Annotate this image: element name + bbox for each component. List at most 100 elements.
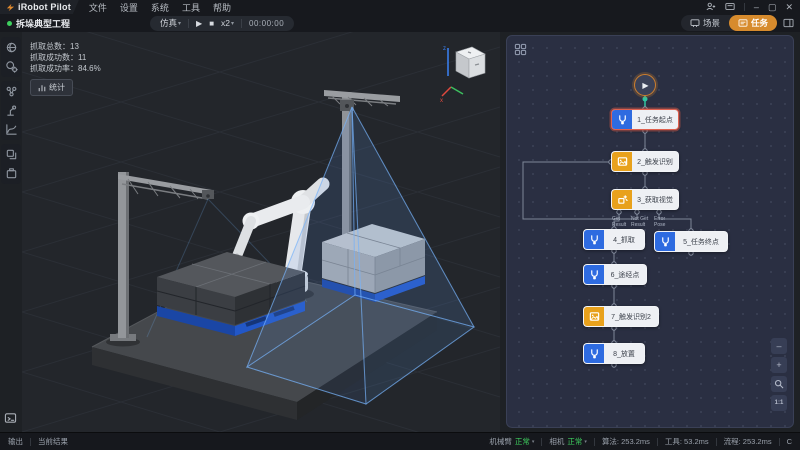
robot-arm-icon[interactable] bbox=[2, 102, 20, 119]
flow-start-node[interactable]: ▶ bbox=[634, 74, 656, 96]
statistics-button[interactable]: 统计 bbox=[30, 79, 73, 96]
stat-total: 抓取总数：13 bbox=[30, 41, 101, 52]
robot-status-value: 正常 bbox=[515, 436, 530, 447]
project-name: 拆垛典型工程 bbox=[16, 17, 70, 30]
grasp-stats: 抓取总数：13 抓取成功数：11 抓取成功率：84.6% 统计 bbox=[30, 41, 101, 96]
main-area: 抓取总数：13 抓取成功数：11 抓取成功率：84.6% 统计 z x bbox=[0, 32, 800, 432]
truncated-indicator: C bbox=[787, 437, 792, 446]
scene-tab[interactable]: 场景 bbox=[681, 15, 729, 31]
vision-image-icon bbox=[612, 152, 632, 171]
stat-rate: 抓取成功率：84.6% bbox=[30, 63, 101, 74]
gizmo-tool-icon[interactable] bbox=[2, 83, 20, 100]
flow-node-task-start[interactable]: 1_任务起点 bbox=[611, 109, 679, 130]
titlebar: iRobot Pilot 文件 设置 系统 工具 帮助 – ▢ ✕ bbox=[0, 0, 800, 14]
save-layout-icon[interactable] bbox=[2, 165, 20, 182]
vision-result-icon bbox=[612, 190, 632, 209]
timing-tool: 工具: 53.2ms bbox=[665, 436, 709, 447]
divider bbox=[779, 438, 780, 446]
scene-config-icon[interactable] bbox=[2, 58, 20, 75]
port-label-error: Error Pose bbox=[654, 216, 672, 228]
fit-view-button[interactable]: 1:1 bbox=[771, 395, 787, 411]
divider bbox=[716, 438, 717, 446]
sim-timer: 00:00:00 bbox=[249, 19, 284, 28]
gripper-icon bbox=[655, 232, 675, 251]
flow-node-task-end[interactable]: 5_任务终点 bbox=[654, 231, 728, 252]
chevron-down-icon: ▾ bbox=[178, 20, 181, 27]
nav-cube bbox=[456, 47, 485, 78]
copy-layers-icon[interactable] bbox=[2, 146, 20, 163]
toolbar: 拆垛典型工程 仿真▾ ▶ ■ x2▾ 00:00:00 场景 任务 bbox=[0, 14, 800, 32]
menu-help[interactable]: 帮助 bbox=[213, 1, 231, 14]
statusbar: 输出 当前结果 机械臂正常▾ 相机正常▾ 算法: 253.2ms 工具: 53.… bbox=[0, 432, 800, 450]
vision-image-icon bbox=[584, 307, 604, 326]
flow-node-place[interactable]: 8_放置 bbox=[583, 343, 645, 364]
menu-system[interactable]: 系统 bbox=[151, 1, 169, 14]
stop-button[interactable]: ■ bbox=[209, 19, 214, 28]
left-toolbar bbox=[0, 32, 22, 432]
play-button[interactable]: ▶ bbox=[196, 19, 202, 28]
project-status-dot bbox=[7, 21, 12, 26]
layout-toggle-button[interactable] bbox=[780, 15, 796, 31]
flow-node-get-vision-result[interactable]: 3_获取视觉 bbox=[611, 189, 679, 210]
timing-process: 流程: 253.2ms bbox=[724, 436, 772, 447]
camera-status-value: 正常 bbox=[567, 436, 582, 447]
feedback-icon[interactable] bbox=[725, 2, 735, 13]
maximize-button[interactable]: ▢ bbox=[768, 2, 777, 12]
play-icon: ▶ bbox=[642, 81, 648, 90]
divider bbox=[541, 438, 542, 446]
camera-status[interactable]: 相机正常▾ bbox=[549, 436, 587, 447]
magnifier-button[interactable] bbox=[771, 376, 787, 392]
flow-node-grasp[interactable]: 4_抓取 bbox=[583, 229, 645, 250]
console-toggle-icon[interactable] bbox=[4, 411, 17, 429]
current-result-tab[interactable]: 当前结果 bbox=[38, 436, 68, 447]
view-cube[interactable]: z x bbox=[438, 40, 490, 107]
user-add-icon[interactable] bbox=[706, 2, 716, 13]
window-controls: – ▢ ✕ bbox=[706, 2, 800, 13]
chevron-down-icon: ▾ bbox=[532, 439, 535, 445]
port-label-get-result: Get Result bbox=[612, 216, 630, 228]
chevron-down-icon: ▾ bbox=[231, 20, 234, 27]
divider bbox=[241, 19, 242, 28]
scene-icon bbox=[690, 19, 700, 27]
divider bbox=[188, 19, 189, 28]
task-tab[interactable]: 任务 bbox=[729, 15, 777, 31]
robot-status[interactable]: 机械臂正常▾ bbox=[489, 436, 534, 447]
minimize-button[interactable]: – bbox=[754, 2, 759, 12]
app-name: iRobot Pilot bbox=[18, 2, 71, 12]
camera-frustum bbox=[247, 107, 474, 404]
close-button[interactable]: ✕ bbox=[785, 2, 793, 12]
speed-dropdown[interactable]: x2▾ bbox=[221, 18, 234, 28]
gripper-icon bbox=[584, 344, 604, 363]
divider bbox=[30, 438, 31, 446]
timing-algorithm: 算法: 253.2ms bbox=[602, 436, 650, 447]
flow-node-waypoint[interactable]: 6_途经点 bbox=[583, 264, 647, 285]
flow-node-trigger-recognition-2[interactable]: 7_触发识别2 bbox=[583, 306, 659, 327]
menu-file[interactable]: 文件 bbox=[89, 1, 107, 14]
menubar: 文件 设置 系统 工具 帮助 bbox=[89, 1, 231, 14]
scene-view-icon[interactable] bbox=[2, 39, 20, 56]
task-flow-panel[interactable]: ▶ 1_任务起点 2_触发识别 3_获取视觉 Get Result Not Ge… bbox=[506, 35, 794, 428]
chevron-down-icon: ▾ bbox=[584, 439, 587, 445]
sim-mode-dropdown[interactable]: 仿真▾ bbox=[160, 17, 181, 29]
logo-icon bbox=[6, 3, 15, 12]
app-window: iRobot Pilot 文件 设置 系统 工具 帮助 – ▢ ✕ 拆垛典型工程 bbox=[0, 0, 800, 450]
zoom-in-button[interactable]: + bbox=[771, 357, 787, 373]
port-label-not-get-result: Not Get Result bbox=[631, 216, 649, 228]
gripper-icon bbox=[584, 265, 604, 284]
flow-wires bbox=[507, 36, 795, 429]
flow-node-trigger-recognition[interactable]: 2_触发识别 bbox=[611, 151, 679, 172]
stat-success: 抓取成功数：11 bbox=[30, 52, 101, 63]
project-indicator: 拆垛典型工程 bbox=[0, 17, 150, 30]
axis-x-label: x bbox=[440, 98, 443, 102]
gripper-icon bbox=[612, 110, 632, 129]
app-logo: iRobot Pilot bbox=[0, 0, 79, 14]
menu-settings[interactable]: 设置 bbox=[120, 1, 138, 14]
flow-zoom-tools: – + 1:1 bbox=[771, 338, 787, 411]
output-tab[interactable]: 输出 bbox=[8, 436, 23, 447]
gripper-icon bbox=[584, 230, 604, 249]
simulation-controls: 仿真▾ ▶ ■ x2▾ 00:00:00 bbox=[150, 16, 294, 31]
trajectory-chart-icon[interactable] bbox=[2, 121, 20, 138]
zoom-out-button[interactable]: – bbox=[771, 338, 787, 354]
axis-z-label: z bbox=[443, 46, 446, 52]
menu-tools[interactable]: 工具 bbox=[182, 1, 200, 14]
